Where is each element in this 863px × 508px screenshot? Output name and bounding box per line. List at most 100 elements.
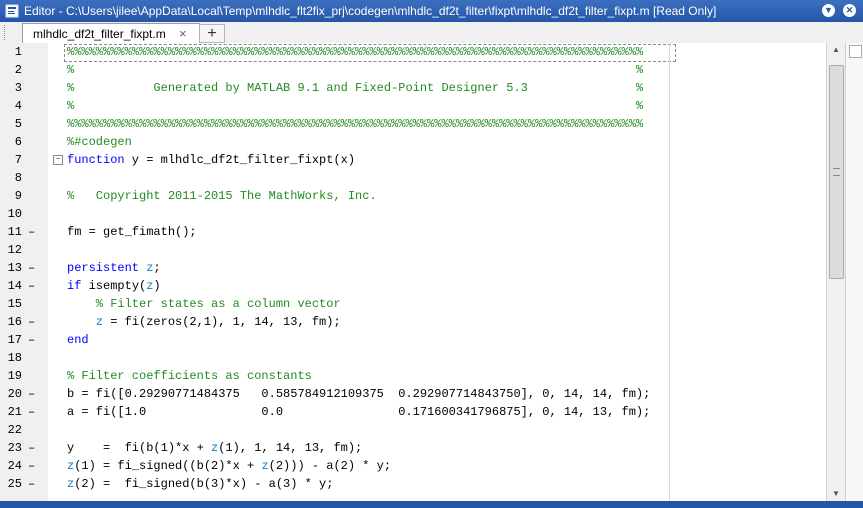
- line-number[interactable]: 17: [0, 331, 22, 349]
- code-line[interactable]: 24– z(1) = fi_signed((b(2)*x + z(2))) - a…: [0, 457, 826, 475]
- keyword-token: end: [67, 333, 89, 347]
- code-text: % Generated by MATLAB 9.1 and Fixed-Poin…: [67, 79, 643, 97]
- line-number[interactable]: 20: [0, 385, 22, 403]
- comment-token: %%%%%%%%%%%%%%%%%%%%%%%%%%%%%%%%%%%%%%%%…: [67, 117, 644, 131]
- line-number[interactable]: 18: [0, 349, 22, 367]
- code-line[interactable]: 8: [0, 169, 826, 187]
- line-number[interactable]: 14: [0, 277, 22, 295]
- code-text: % Filter states as a column vector: [67, 295, 341, 313]
- line-number[interactable]: 1: [0, 43, 22, 61]
- breakpoint-marker[interactable]: –: [28, 277, 38, 295]
- code-fold-toggle-icon[interactable]: −: [53, 155, 63, 165]
- tab-label: mlhdlc_df2t_filter_fixpt.m: [33, 27, 166, 41]
- code-editor[interactable]: 1%%%%%%%%%%%%%%%%%%%%%%%%%%%%%%%%%%%%%%%…: [0, 43, 863, 508]
- editor-app-icon: [5, 4, 19, 18]
- line-number[interactable]: 2: [0, 61, 22, 79]
- line-number[interactable]: 7: [0, 151, 22, 169]
- close-circle-icon[interactable]: ✕: [843, 4, 856, 17]
- line-number[interactable]: 3: [0, 79, 22, 97]
- code-line[interactable]: 9 % Copyright 2011-2015 The MathWorks, In…: [0, 187, 826, 205]
- tab-mlhdlc-df2t-filter-fixpt[interactable]: mlhdlc_df2t_filter_fixpt.m ×: [22, 23, 200, 44]
- line-number[interactable]: 16: [0, 313, 22, 331]
- code-line[interactable]: 3 % Generated by MATLAB 9.1 and Fixed-Poi…: [0, 79, 826, 97]
- code-line[interactable]: 12: [0, 241, 826, 259]
- code-text: %%%%%%%%%%%%%%%%%%%%%%%%%%%%%%%%%%%%%%%%…: [67, 43, 643, 61]
- code-line[interactable]: 14– if isempty(z): [0, 277, 826, 295]
- breakpoint-marker[interactable]: –: [28, 439, 38, 457]
- tab-close-icon[interactable]: ×: [179, 26, 187, 41]
- code-line[interactable]: 15 % Filter states as a column vector: [0, 295, 826, 313]
- breakpoint-marker[interactable]: –: [28, 457, 38, 475]
- breakpoint-marker[interactable]: –: [28, 385, 38, 403]
- line-number[interactable]: 4: [0, 97, 22, 115]
- code-line[interactable]: 10: [0, 205, 826, 223]
- code-text: end: [67, 331, 89, 349]
- line-number[interactable]: 19: [0, 367, 22, 385]
- code-line[interactable]: 19 % Filter coefficients as constants: [0, 367, 826, 385]
- code-line[interactable]: 11– fm = get_fimath();: [0, 223, 826, 241]
- breakpoint-marker[interactable]: –: [28, 259, 38, 277]
- scroll-thumb[interactable]: [829, 65, 844, 279]
- code-line[interactable]: 4 % %: [0, 97, 826, 115]
- code-line[interactable]: 20– b = fi([0.29290771484375 0.5857849121…: [0, 385, 826, 403]
- code-token: y = fi(b(1)*x +: [67, 441, 212, 455]
- code-line[interactable]: 5%%%%%%%%%%%%%%%%%%%%%%%%%%%%%%%%%%%%%%%…: [0, 115, 826, 133]
- keyword-token: persistent: [67, 261, 140, 275]
- vertical-scrollbar[interactable]: ▲ ▼: [826, 43, 845, 501]
- tab-grip-handle[interactable]: [4, 25, 7, 40]
- code-text: z = fi(zeros(2,1), 1, 14, 13, fm);: [67, 313, 341, 331]
- code-line[interactable]: 1%%%%%%%%%%%%%%%%%%%%%%%%%%%%%%%%%%%%%%%…: [0, 43, 826, 61]
- code-line[interactable]: 21– a = fi([1.0 0.0 0.171600341796875], 0…: [0, 403, 826, 421]
- breakpoint-marker[interactable]: –: [28, 403, 38, 421]
- line-number[interactable]: 6: [0, 133, 22, 151]
- comment-token: % %: [67, 63, 644, 77]
- code-line[interactable]: 22: [0, 421, 826, 439]
- code-analyzer-status-icon[interactable]: [849, 45, 862, 58]
- line-number[interactable]: 10: [0, 205, 22, 223]
- line-number[interactable]: 24: [0, 457, 22, 475]
- line-number[interactable]: 23: [0, 439, 22, 457]
- comment-token: %%%%%%%%%%%%%%%%%%%%%%%%%%%%%%%%%%%%%%%%…: [67, 45, 644, 59]
- line-number[interactable]: 15: [0, 295, 22, 313]
- code-line[interactable]: 25– z(2) = fi_signed(b(3)*x) - a(3) * y;: [0, 475, 826, 493]
- line-number[interactable]: 25: [0, 475, 22, 493]
- comment-token: % %: [67, 99, 644, 113]
- chevron-down-circle-icon[interactable]: ▼: [822, 4, 835, 17]
- window-bottom-border: [0, 501, 863, 508]
- breakpoint-marker[interactable]: –: [28, 475, 38, 493]
- code-line[interactable]: 7 − function y = mlhdlc_df2t_filter_fixpt(…: [0, 151, 826, 169]
- code-line[interactable]: 6 %#codegen: [0, 133, 826, 151]
- title-bar[interactable]: Editor - C:\Users\jilee\AppData\Local\Te…: [0, 0, 863, 22]
- add-tab-button[interactable]: +: [199, 24, 225, 43]
- scroll-down-arrow-icon[interactable]: ▼: [827, 487, 845, 501]
- code-line[interactable]: 2 % %: [0, 61, 826, 79]
- breakpoint-marker[interactable]: –: [28, 313, 38, 331]
- line-number[interactable]: 11: [0, 223, 22, 241]
- scroll-thumb-grip-icon: [833, 168, 840, 176]
- comment-token: % Filter coefficients as constants: [67, 369, 312, 383]
- editor-window: Editor - C:\Users\jilee\AppData\Local\Te…: [0, 0, 863, 508]
- code-line[interactable]: 18: [0, 349, 826, 367]
- code-token: y = mlhdlc_df2t_filter_fixpt(x): [124, 153, 356, 167]
- breakpoint-marker[interactable]: –: [28, 331, 38, 349]
- code-area[interactable]: 1%%%%%%%%%%%%%%%%%%%%%%%%%%%%%%%%%%%%%%%…: [0, 43, 826, 508]
- code-text: % Filter coefficients as constants: [67, 367, 312, 385]
- line-number[interactable]: 9: [0, 187, 22, 205]
- line-number[interactable]: 21: [0, 403, 22, 421]
- code-text: b = fi([0.29290771484375 0.5857849121093…: [67, 385, 650, 403]
- line-number[interactable]: 12: [0, 241, 22, 259]
- line-number[interactable]: 5: [0, 115, 22, 133]
- code-line[interactable]: 23– y = fi(b(1)*x + z(1), 1, 14, 13, fm);: [0, 439, 826, 457]
- line-number[interactable]: 22: [0, 421, 22, 439]
- code-line[interactable]: 17– end: [0, 331, 826, 349]
- comment-token: %#codegen: [67, 135, 132, 149]
- code-analyzer-bar[interactable]: [845, 43, 863, 501]
- scroll-up-arrow-icon[interactable]: ▲: [827, 43, 845, 57]
- line-number[interactable]: 13: [0, 259, 22, 277]
- code-line[interactable]: 16– z = fi(zeros(2,1), 1, 14, 13, fm);: [0, 313, 826, 331]
- breakpoint-marker[interactable]: –: [28, 223, 38, 241]
- line-number[interactable]: 8: [0, 169, 22, 187]
- code-text: function y = mlhdlc_df2t_filter_fixpt(x): [67, 151, 355, 169]
- persistent-variable-token: z: [261, 459, 269, 473]
- code-line[interactable]: 13– persistent z;: [0, 259, 826, 277]
